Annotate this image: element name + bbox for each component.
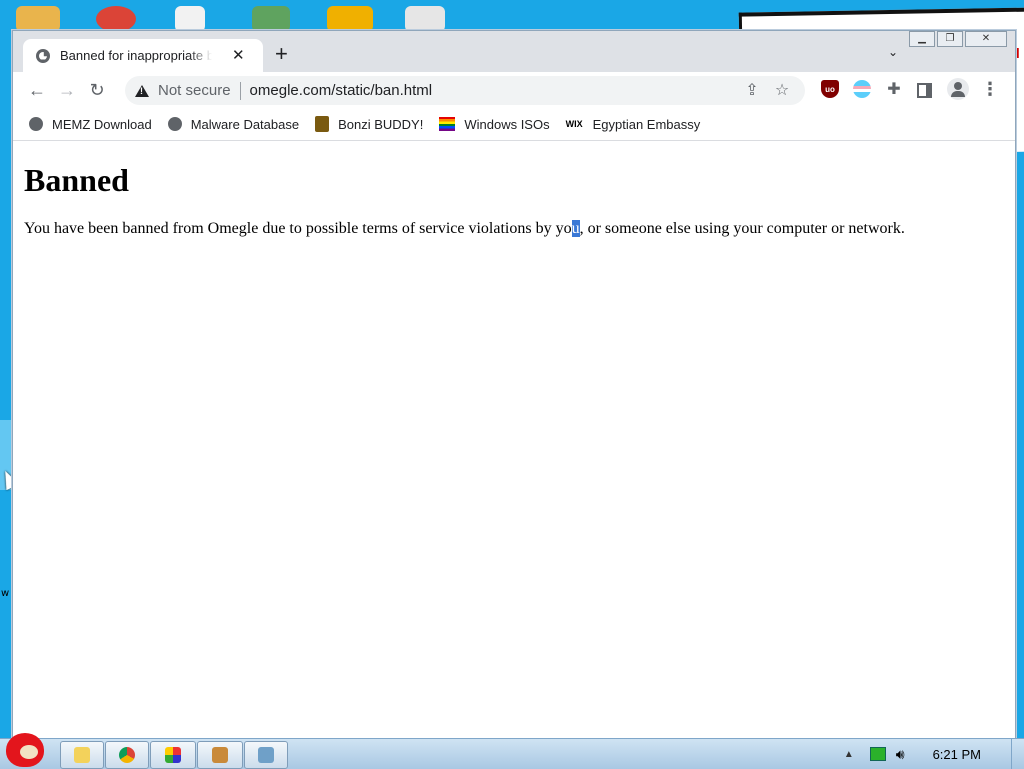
system-tray: ▲ 🔊︎ 6:21 PM bbox=[844, 739, 1024, 769]
angry-bird-start-icon bbox=[6, 733, 44, 767]
bookmark-star-icon[interactable]: ☆ bbox=[767, 80, 797, 100]
taskbar-paint[interactable] bbox=[150, 741, 196, 769]
bookmark-label: MEMZ Download bbox=[52, 116, 152, 132]
bookmarks-bar: MEMZ Download Malware Database Bonzi BUD… bbox=[13, 108, 1015, 141]
notepad-icon[interactable] bbox=[405, 6, 445, 32]
ban-message-start: You have been banned from Omegle due to … bbox=[24, 220, 572, 237]
bonzi-icon bbox=[315, 116, 330, 132]
start-button[interactable] bbox=[0, 731, 50, 769]
window-caption-buttons: ▁ ❐ ✕ bbox=[907, 31, 1007, 47]
browser-window: Banned for inappropriate behavior ✕ + ⌄ … bbox=[12, 30, 1016, 742]
solitaire-icon[interactable] bbox=[175, 6, 205, 32]
chrome-icon bbox=[119, 747, 135, 763]
globe-icon bbox=[29, 117, 43, 131]
minimize-button[interactable]: ▁ bbox=[909, 31, 935, 47]
tab-active[interactable]: Banned for inappropriate behavior ✕ bbox=[23, 39, 263, 72]
security-status-label[interactable]: Not secure bbox=[158, 82, 231, 99]
taskbar-network-app[interactable] bbox=[244, 741, 288, 769]
taskbar-explorer[interactable] bbox=[60, 741, 104, 769]
share-icon[interactable]: ⇪ bbox=[737, 80, 767, 100]
ban-message-end: , or someone else using your computer or… bbox=[579, 220, 905, 237]
page-content: Banned You have been banned from Omegle … bbox=[13, 141, 1015, 741]
bookmark-malware-database[interactable]: Malware Database bbox=[167, 116, 300, 132]
ublock-origin-icon[interactable]: uo bbox=[821, 80, 839, 98]
app-icon bbox=[212, 747, 228, 763]
globe-icon bbox=[167, 117, 182, 131]
taskbar-chrome[interactable] bbox=[105, 741, 149, 769]
bookmark-label: Egyptian Embassy bbox=[592, 116, 701, 132]
new-tab-button[interactable]: + bbox=[275, 43, 288, 65]
back-button[interactable]: ← bbox=[22, 75, 52, 105]
warning-icon[interactable] bbox=[135, 84, 149, 97]
angry-birds-icon[interactable] bbox=[327, 6, 373, 32]
trans-flag-extension-icon[interactable] bbox=[853, 80, 871, 98]
bookmark-memz-download[interactable]: MEMZ Download bbox=[29, 117, 152, 132]
profile-avatar-icon[interactable] bbox=[947, 78, 969, 100]
restore-button[interactable]: ❐ bbox=[937, 31, 963, 47]
computer-icon[interactable] bbox=[16, 6, 60, 32]
close-button[interactable]: ✕ bbox=[965, 31, 1007, 47]
bookmark-bonzi-buddy[interactable]: Bonzi BUDDY! bbox=[315, 116, 423, 132]
taskbar: ▲ 🔊︎ 6:21 PM bbox=[0, 733, 1024, 769]
chrome-icon[interactable] bbox=[96, 6, 136, 32]
extensions-puzzle-icon[interactable]: ✚ bbox=[885, 80, 903, 98]
tab-search-chevron-icon[interactable]: ⌄ bbox=[888, 45, 898, 59]
folder-icon bbox=[74, 747, 90, 763]
bookmark-egyptian-embassy[interactable]: WIX Egyptian Embassy bbox=[566, 117, 701, 132]
battery-icon[interactable] bbox=[869, 747, 886, 761]
security-icon[interactable] bbox=[252, 6, 290, 32]
show-hidden-icons-icon[interactable]: ▲ bbox=[844, 749, 854, 760]
rainbow-flag-icon bbox=[439, 117, 456, 131]
wix-icon: WIX bbox=[565, 119, 583, 129]
clock[interactable]: 6:21 PM bbox=[933, 747, 981, 762]
tab-strip: Banned for inappropriate behavior ✕ + ⌄ … bbox=[13, 31, 1015, 72]
taskbar-app[interactable] bbox=[197, 741, 243, 769]
tab-title: Banned for inappropriate behavior bbox=[60, 48, 212, 63]
volume-icon[interactable]: 🔊︎ bbox=[896, 746, 905, 763]
bookmark-windows-isos[interactable]: Windows ISOs bbox=[439, 116, 550, 132]
bookmark-label: Bonzi BUDDY! bbox=[338, 116, 424, 132]
omnibox[interactable]: Not secure omegle.com/static/ban.html ⇪ … bbox=[125, 76, 805, 105]
bookmark-label: Malware Database bbox=[190, 116, 300, 132]
url-text[interactable]: omegle.com/static/ban.html bbox=[250, 82, 433, 99]
omnibox-divider bbox=[239, 81, 241, 100]
stray-letter: w bbox=[1, 588, 10, 599]
show-desktop-button[interactable] bbox=[1011, 739, 1024, 769]
bookmark-label: Windows ISOs bbox=[464, 116, 550, 132]
menu-dots-icon[interactable]: ⋮ bbox=[981, 79, 999, 99]
reload-button[interactable]: ↻ bbox=[82, 75, 112, 105]
tab-close-icon[interactable]: ✕ bbox=[232, 48, 245, 63]
monitor-icon bbox=[258, 747, 274, 763]
forward-button[interactable]: → bbox=[52, 75, 82, 105]
globe-icon bbox=[36, 48, 50, 63]
page-title: Banned bbox=[24, 162, 129, 198]
side-panel-icon[interactable] bbox=[917, 83, 932, 98]
ban-message: You have been banned from Omegle due to … bbox=[24, 220, 905, 238]
text-selection: u bbox=[571, 220, 580, 237]
omnibox-actions: ⇪ ☆ bbox=[737, 80, 797, 100]
palette-icon bbox=[165, 747, 181, 763]
